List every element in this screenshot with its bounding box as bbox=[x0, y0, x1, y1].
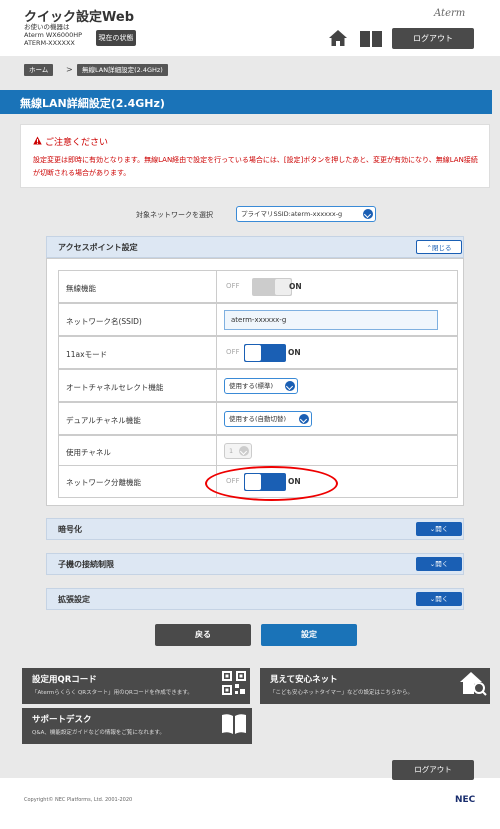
chevron-down-icon bbox=[299, 414, 309, 424]
ssid-input[interactable]: aterm-xxxxxx-g bbox=[224, 310, 438, 330]
row-label: 無線機能 bbox=[66, 284, 96, 293]
open-label: 開く bbox=[435, 595, 449, 603]
aterm-logo: Aterm bbox=[434, 8, 466, 19]
highlight-circle bbox=[205, 466, 338, 501]
network-select-label: 対象ネットワークを選択 bbox=[136, 211, 213, 219]
device-label: お使いの機器は bbox=[24, 23, 70, 31]
row-divider bbox=[216, 270, 217, 303]
home-search-icon bbox=[460, 672, 487, 696]
row-label: 11axモード bbox=[66, 350, 108, 359]
device-model: Aterm WX6000HP bbox=[24, 31, 83, 39]
row-label: オートチャネルセレクト機能 bbox=[66, 383, 164, 392]
row-label: デュアルチャネル機能 bbox=[66, 416, 141, 425]
row-divider bbox=[216, 336, 217, 369]
book-icon bbox=[222, 714, 246, 734]
access-point-title: アクセスポイント設定 bbox=[58, 243, 138, 252]
open-section-button[interactable]: ⌄開く bbox=[416, 557, 462, 571]
row-label: ネットワーク名(SSID) bbox=[66, 317, 142, 326]
device-id: ATERM-XXXXXX bbox=[24, 39, 75, 47]
select-value: 使用する(自動切替) bbox=[229, 415, 287, 423]
select-value: 使用する(標準) bbox=[229, 382, 274, 390]
notice-body: 設定変更は即時に有効となります。無線LAN経由で設定を行っている場合には、[設定… bbox=[33, 156, 478, 177]
open-section-button[interactable]: ⌄開く bbox=[416, 522, 462, 536]
current-status-button[interactable]: 現在の状態 bbox=[96, 30, 136, 46]
manual-book-icon[interactable] bbox=[359, 28, 383, 48]
nec-logo: NEC bbox=[455, 795, 476, 805]
close-section-button[interactable]: ⌃閉じる bbox=[416, 240, 462, 254]
card-title: サポートデスク bbox=[32, 715, 92, 725]
toggle-on-label: ON bbox=[288, 348, 301, 357]
close-label: 閉じる bbox=[431, 244, 452, 252]
back-button[interactable]: 戻る bbox=[155, 624, 251, 646]
network-select-value: プライマリSSID:aterm-xxxxxx-g bbox=[241, 210, 343, 218]
open-label: 開く bbox=[435, 525, 449, 533]
copyright: Copyright© NEC Platforms, Ltd. 2001-2020 bbox=[24, 797, 133, 803]
row-label: 使用チャネル bbox=[66, 448, 111, 457]
advanced-section-header[interactable] bbox=[46, 588, 464, 610]
open-section-button[interactable]: ⌄開く bbox=[416, 592, 462, 606]
section-title: 暗号化 bbox=[58, 525, 82, 534]
card-title: 見えて安心ネット bbox=[270, 675, 338, 685]
toggle-on-label: ON bbox=[289, 282, 302, 291]
channel-select[interactable]: 1 bbox=[224, 443, 252, 459]
save-button[interactable]: 設定 bbox=[261, 624, 357, 646]
row-divider bbox=[216, 303, 217, 336]
page-title: 無線LAN詳細設定(2.4GHz) bbox=[20, 97, 165, 110]
toggle-knob bbox=[245, 345, 261, 361]
toggle-track bbox=[244, 344, 286, 362]
row-divider bbox=[216, 402, 217, 435]
network-select[interactable]: プライマリSSID:aterm-xxxxxx-g bbox=[236, 206, 376, 222]
toggle-off-label: OFF bbox=[226, 348, 240, 356]
section-title: 子機の接続制限 bbox=[58, 560, 114, 569]
row-divider bbox=[216, 369, 217, 402]
open-label: 開く bbox=[435, 560, 449, 568]
wireless-toggle[interactable]: OFF ON bbox=[226, 278, 302, 296]
breadcrumb-home[interactable]: ホーム bbox=[24, 64, 54, 76]
section-title: 拡張設定 bbox=[58, 595, 90, 604]
toggle-track bbox=[252, 278, 292, 296]
breadcrumb-separator: > bbox=[66, 65, 73, 74]
qr-code-icon bbox=[222, 671, 246, 695]
encryption-section-header[interactable] bbox=[46, 518, 464, 540]
auto-channel-select[interactable]: 使用する(標準) bbox=[224, 378, 298, 394]
warning-icon bbox=[33, 136, 42, 145]
card-desc: 「Atermらくらく QRスタート」用のQRコードを作成できます。 bbox=[32, 690, 193, 696]
card-title: 設定用QRコード bbox=[32, 675, 97, 685]
chevron-down-icon bbox=[239, 446, 249, 456]
logout-button[interactable]: ログアウト bbox=[392, 28, 474, 49]
dual-channel-select[interactable]: 使用する(自動切替) bbox=[224, 411, 312, 427]
breadcrumb-current: 無線LAN詳細設定(2.4GHz) bbox=[77, 64, 168, 76]
card-desc: 「こども安心ネットタイマー」などの設定はこちらから。 bbox=[270, 690, 414, 696]
row-divider bbox=[216, 435, 217, 465]
row-channel bbox=[58, 435, 458, 468]
card-desc: Q&A、機能設定ガイドなどの情報をご覧になれます。 bbox=[32, 730, 165, 736]
notice-heading: ご注意ください bbox=[45, 138, 109, 148]
footer bbox=[0, 778, 500, 829]
row-label: ネットワーク分離機能 bbox=[66, 478, 141, 487]
chevron-down-icon bbox=[285, 381, 295, 391]
logout-button-bottom[interactable]: ログアウト bbox=[392, 760, 474, 780]
11ax-toggle[interactable]: OFF ON bbox=[226, 344, 301, 362]
chevron-down-icon bbox=[363, 209, 373, 219]
select-value: 1 bbox=[229, 447, 234, 455]
home-icon[interactable] bbox=[328, 28, 348, 48]
toggle-off-label: OFF bbox=[226, 282, 240, 290]
